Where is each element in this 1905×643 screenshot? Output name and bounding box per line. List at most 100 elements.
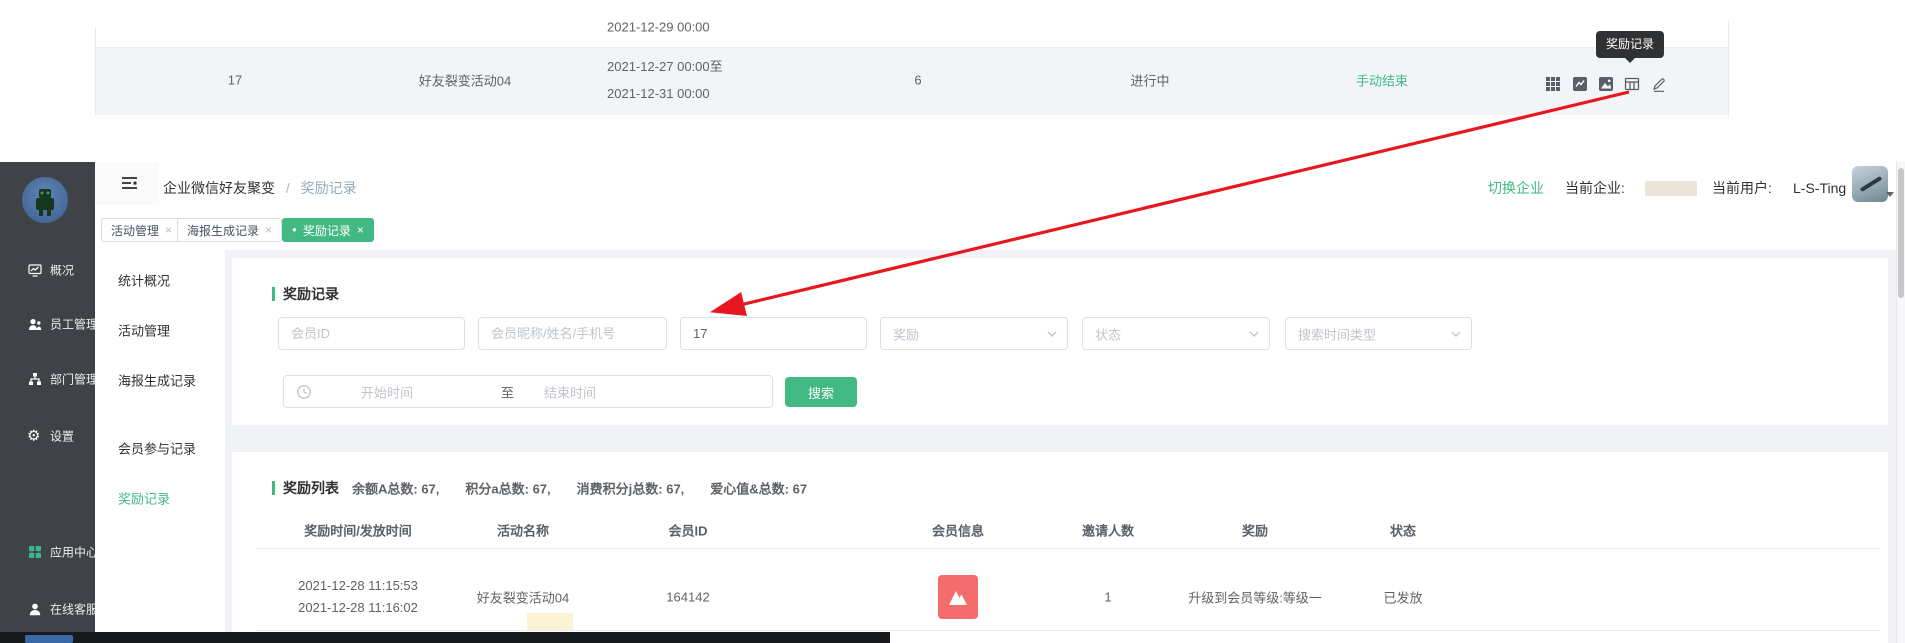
user-menu-caret-icon[interactable]	[1886, 192, 1894, 201]
edit-action-icon[interactable]	[1651, 76, 1667, 92]
main-sidebar	[0, 162, 95, 643]
sidebar-item-settings[interactable]: 设置	[50, 428, 74, 445]
reward-select[interactable]: 奖励	[880, 317, 1068, 350]
column-header-member-id: 会员ID	[668, 521, 707, 540]
activity-time-cell: 2021-12-27 00:00至 2021-12-31 00:00	[607, 53, 723, 107]
stat-consume-points-j: 消费积分j总数: 67,	[577, 479, 685, 498]
mountain-logo-icon	[946, 588, 970, 606]
breadcrumb-separator: /	[286, 180, 290, 196]
invite-count-cell: 6	[914, 73, 921, 88]
reward-list-title: 奖励列表	[283, 478, 339, 498]
clock-icon	[296, 384, 312, 405]
close-icon[interactable]: ×	[357, 223, 364, 237]
status-select[interactable]: 状态	[1082, 317, 1270, 350]
column-header-reward: 奖励	[1242, 521, 1268, 540]
staff-icon[interactable]	[28, 317, 42, 336]
settings-gear-icon[interactable]: ⚙	[27, 429, 40, 444]
member-info-input[interactable]	[478, 317, 667, 350]
sidebar-item-staff[interactable]: 员工管理	[50, 316, 98, 333]
header-bar	[95, 162, 1896, 205]
section-accent-bar	[272, 287, 275, 301]
sidebar-item-department[interactable]: 部门管理	[50, 371, 98, 388]
cell-award-time: 2021-12-28 11:15:53 2021-12-28 11:16:02	[298, 575, 418, 619]
sidebar-item-overview[interactable]: 概况	[50, 262, 74, 279]
activity-time-start: 2021-12-27 00:00至	[607, 53, 723, 80]
date-range-to-label: 至	[501, 383, 514, 402]
image-action-icon[interactable]	[1598, 76, 1614, 92]
column-header-member-info: 会员信息	[932, 521, 984, 540]
breadcrumb-current: 奖励记录	[301, 180, 357, 196]
tab-label: 海报生成记录	[187, 222, 259, 239]
reward-stats: 余额A总数: 67, 积分a总数: 67, 消费积分j总数: 67, 爱心值&总…	[352, 479, 807, 498]
time-type-select[interactable]: 搜索时间类型	[1285, 317, 1472, 350]
chart-action-icon[interactable]	[1572, 76, 1588, 92]
activity-time-end: 2021-12-31 00:00	[607, 80, 723, 107]
date-range-picker[interactable]: 开始时间 至 结束时间	[283, 375, 773, 408]
member-avatar[interactable]	[938, 575, 978, 619]
chevron-down-icon	[1047, 331, 1057, 337]
switch-company-link[interactable]: 切换企业	[1488, 178, 1544, 198]
section-accent-bar	[272, 481, 275, 495]
sidebar-item-app-center[interactable]: 应用中心	[50, 544, 98, 561]
reward-record-tooltip: 奖励记录	[1596, 31, 1664, 58]
fragment-right-border	[1728, 20, 1729, 118]
award-time-line: 2021-12-28 11:15:53	[298, 575, 418, 597]
submenu-item-stats-overview[interactable]: 统计概况	[118, 271, 170, 290]
time-type-select-placeholder: 搜索时间类型	[1298, 324, 1376, 343]
taskbar-accent	[25, 635, 73, 643]
close-icon[interactable]: ×	[265, 223, 272, 237]
column-header-invite-count: 邀请人数	[1082, 521, 1134, 540]
tooltip-caret	[1624, 57, 1636, 69]
company-avatar[interactable]	[22, 177, 68, 223]
overview-icon[interactable]	[28, 263, 42, 282]
submenu-item-reward-records[interactable]: 奖励记录	[118, 489, 170, 508]
activity-name-cell: 好友裂变活动04	[419, 71, 511, 90]
department-icon[interactable]	[28, 372, 42, 391]
cell-reward: 升级到会员等级:等级一	[1188, 588, 1322, 607]
taskbar-fragment	[0, 632, 890, 643]
submenu-item-member-participation[interactable]: 会员参与记录	[118, 439, 196, 458]
cell-activity-name: 好友裂变活动04	[477, 588, 569, 607]
breadcrumb: 企业微信好友聚变 / 奖励记录	[163, 178, 357, 198]
stat-love-value: 爱心值&总数: 67	[710, 479, 807, 498]
row-separator	[96, 47, 1728, 48]
tab-poster-records[interactable]: 海报生成记录 ×	[177, 218, 282, 242]
activity-table-row[interactable]	[96, 48, 1728, 115]
current-user-name: L-S-Ting	[1793, 180, 1846, 196]
breadcrumb-root[interactable]: 企业微信好友聚变	[163, 180, 275, 196]
active-dot-icon: ●	[292, 226, 297, 234]
tab-label: 奖励记录	[303, 222, 351, 239]
partial-element	[527, 613, 573, 630]
start-time-placeholder: 开始时间	[361, 383, 413, 402]
column-header-activity-name: 活动名称	[497, 521, 549, 540]
tab-label: 活动管理	[111, 222, 159, 239]
tab-activity-management[interactable]: 活动管理 ×	[101, 218, 182, 242]
member-id-input[interactable]	[278, 317, 465, 350]
tab-reward-records[interactable]: ● 奖励记录 ×	[282, 218, 374, 242]
search-button[interactable]: 搜索	[785, 377, 857, 407]
support-icon[interactable]	[28, 602, 42, 621]
sidebar-item-online-support[interactable]: 在线客服	[50, 601, 98, 618]
reward-record-table-icon[interactable]	[1624, 76, 1640, 92]
cell-member-id: 164142	[666, 590, 709, 605]
current-company-label: 当前企业:	[1565, 178, 1625, 198]
activity-id-input[interactable]	[680, 317, 867, 350]
submenu-item-activity-management[interactable]: 活动管理	[118, 321, 170, 340]
close-icon[interactable]: ×	[165, 223, 172, 237]
user-avatar[interactable]	[1852, 166, 1888, 202]
scrollbar-thumb[interactable]	[1898, 168, 1904, 298]
submenu-item-poster-records[interactable]: 海报生成记录	[118, 371, 196, 390]
page: 2021-12-29 00:00 17 好友裂变活动04 2021-12-27 …	[0, 0, 1905, 643]
stat-points-a: 积分a总数: 67,	[465, 479, 550, 498]
grid-action-icon[interactable]	[1545, 76, 1561, 92]
search-card-title: 奖励记录	[283, 284, 339, 304]
manual-end-link[interactable]: 手动结束	[1356, 71, 1408, 90]
app-center-icon[interactable]	[28, 545, 42, 564]
column-header-status: 状态	[1390, 521, 1416, 540]
activity-id-cell: 17	[228, 73, 242, 88]
cell-status: 已发放	[1383, 588, 1422, 607]
collapse-menu-icon[interactable]	[120, 175, 140, 196]
end-time-placeholder: 结束时间	[544, 383, 596, 402]
partial-row-time: 2021-12-29 00:00	[607, 20, 710, 35]
chevron-down-icon	[1451, 331, 1461, 337]
